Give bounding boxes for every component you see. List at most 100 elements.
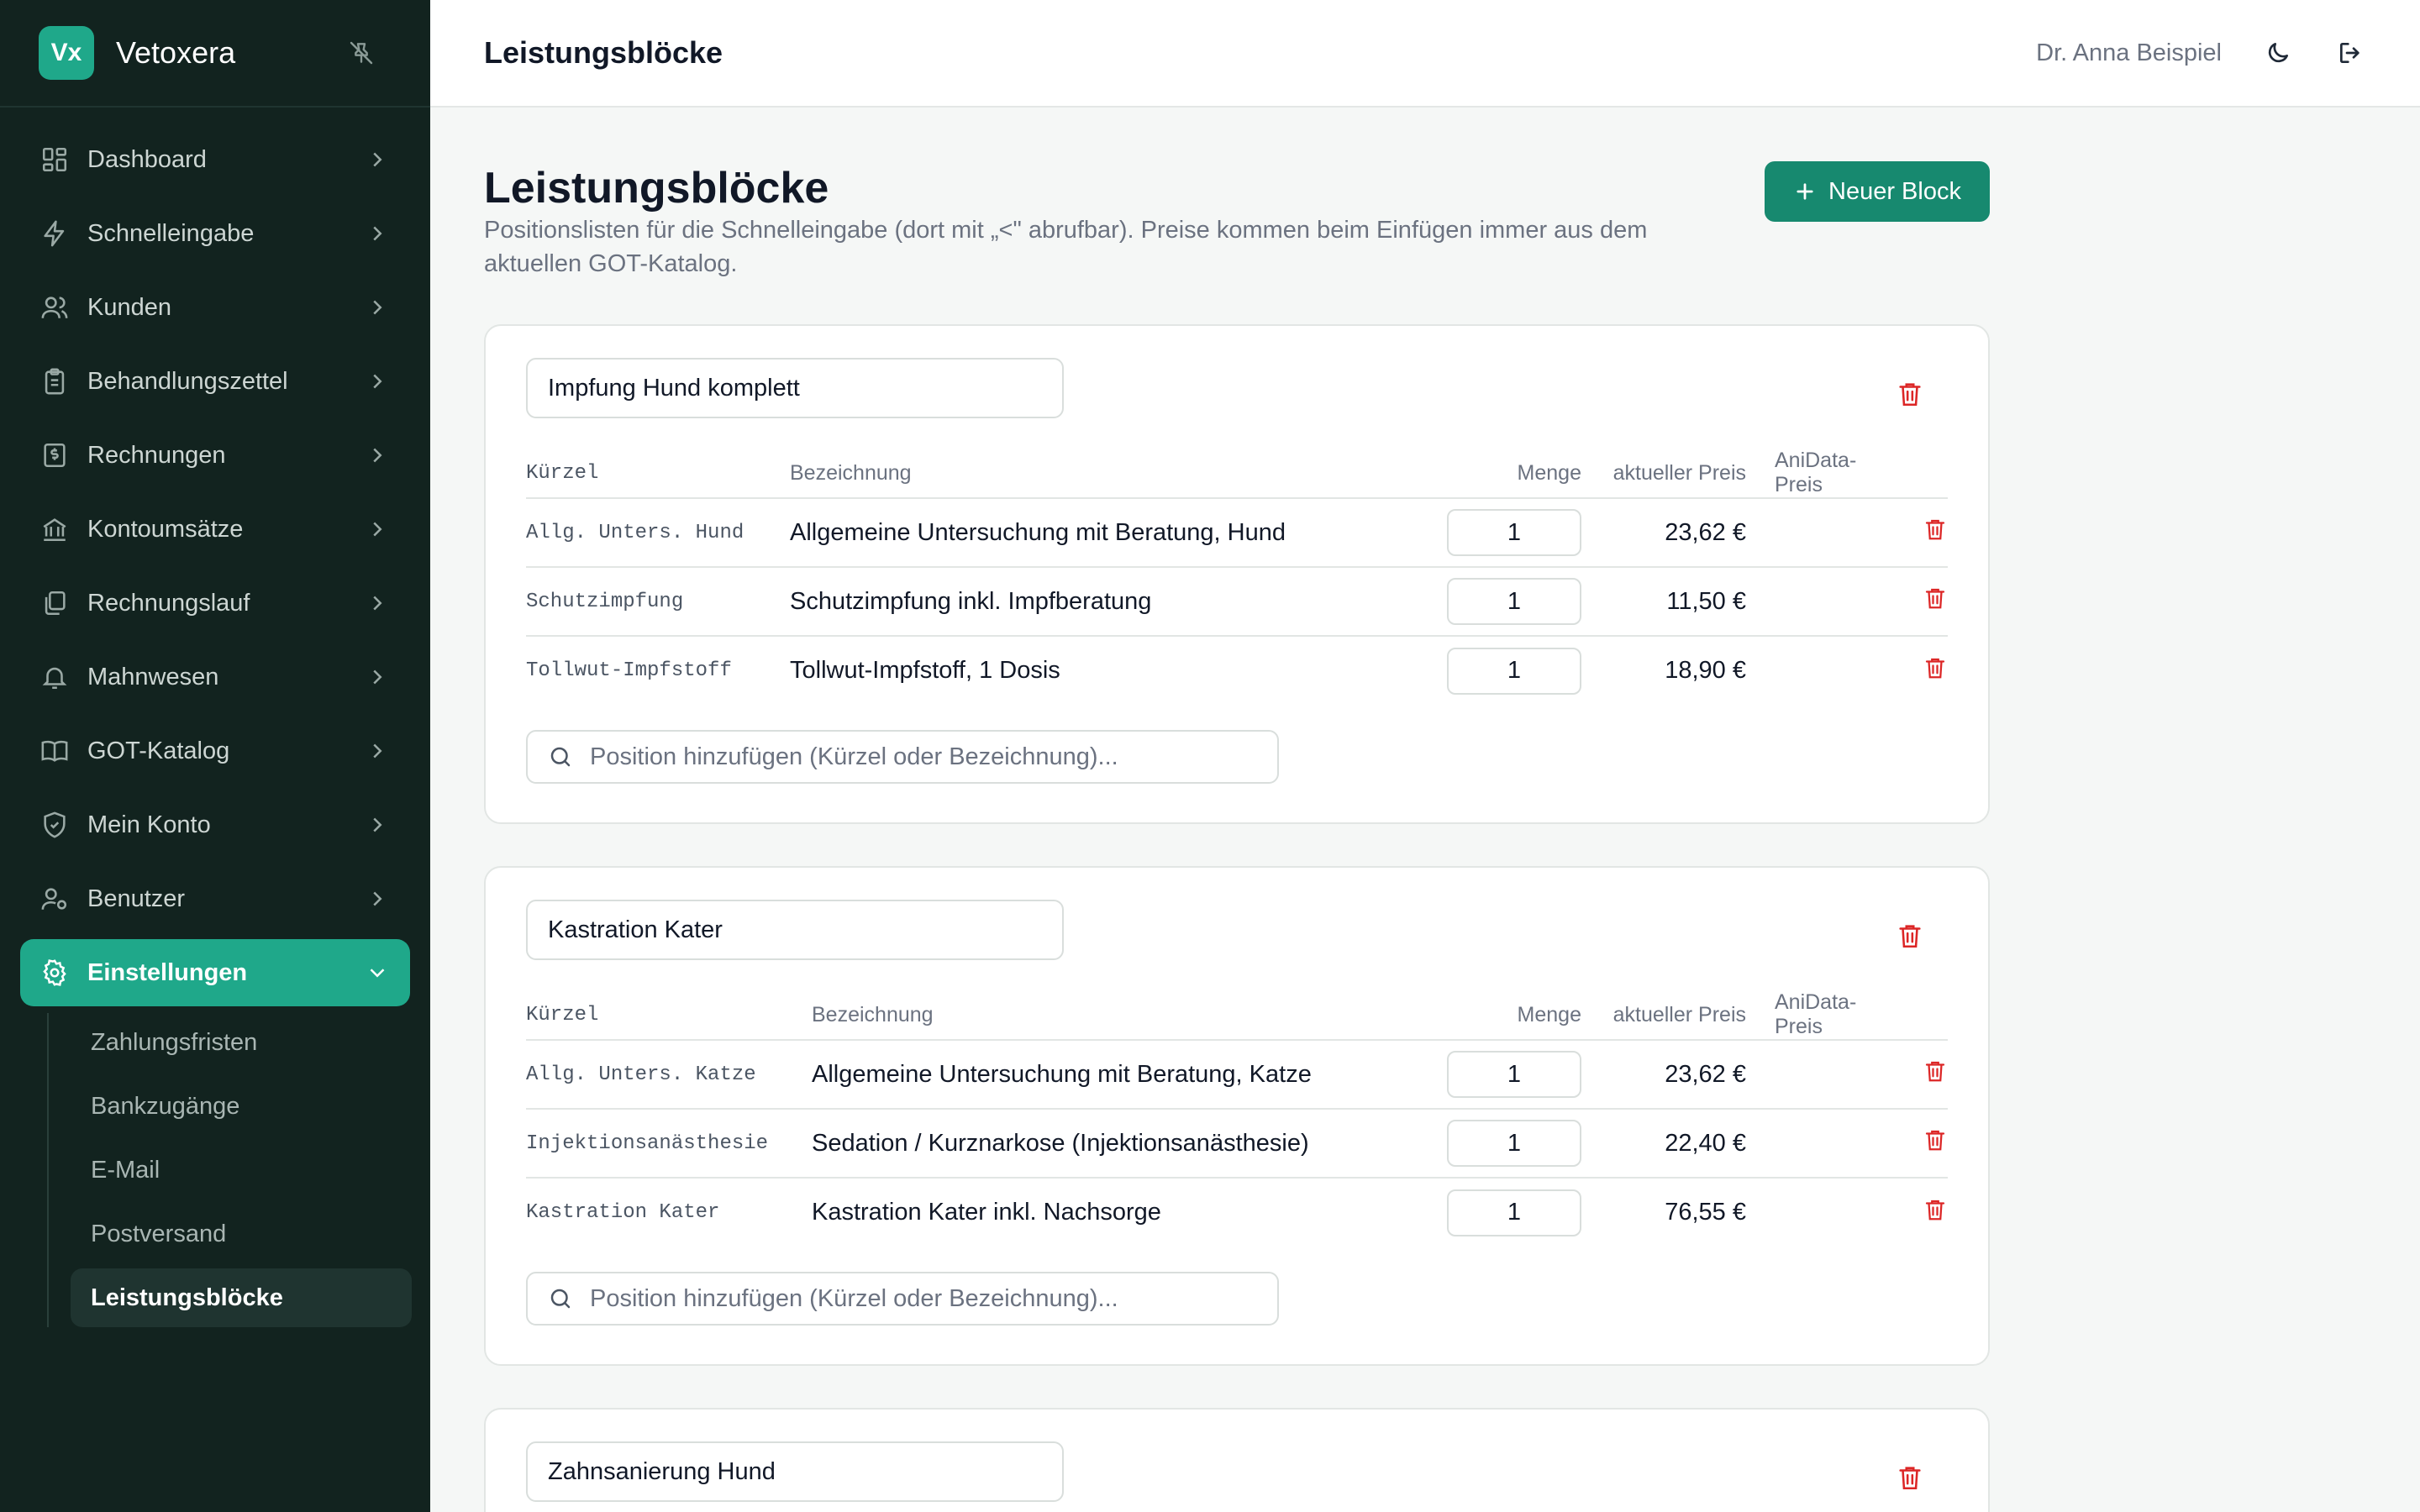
- user-gear-icon: [40, 885, 69, 913]
- add-position-input[interactable]: Position hinzufügen (Kürzel oder Bezeich…: [526, 730, 1279, 784]
- quantity-input[interactable]: 1: [1447, 1189, 1581, 1236]
- add-position-input[interactable]: Position hinzufügen (Kürzel oder Bezeich…: [526, 1272, 1279, 1326]
- trash-icon[interactable]: [1923, 585, 1948, 611]
- quantity-input[interactable]: 1: [1447, 1051, 1581, 1098]
- table-row: Allg. Unters. Hund Allgemeine Untersuchu…: [526, 498, 1948, 568]
- sidebar-item-benutzer[interactable]: Benutzer: [20, 865, 410, 932]
- trash-icon[interactable]: [1923, 1197, 1948, 1222]
- sidebar-item-kunden[interactable]: Kunden: [20, 274, 410, 341]
- trash-icon[interactable]: [1923, 655, 1948, 680]
- sidebar-item-rechnungslauf[interactable]: Rechnungslauf: [20, 570, 410, 637]
- logout-icon[interactable]: [2334, 37, 2366, 69]
- chevron-right-icon: [365, 738, 390, 764]
- col-header-name: Bezeichnung: [790, 449, 1430, 499]
- users-icon: [40, 293, 69, 322]
- trash-icon[interactable]: [1896, 380, 1924, 408]
- subnav-item-bankzugaenge[interactable]: Bankzugänge: [71, 1077, 412, 1136]
- position-anidata-price: [1746, 567, 1914, 637]
- position-code: Schutzimpfung: [526, 567, 790, 637]
- subnav-item-zahlungsfristen[interactable]: Zahlungsfristen: [71, 1013, 412, 1072]
- quantity-input[interactable]: 1: [1447, 647, 1581, 695]
- positions-table: Kürzel Bezeichnung Menge aktueller Preis…: [526, 449, 1948, 705]
- sidebar-item-label: Rechnungslauf: [87, 589, 250, 617]
- positions-table: Kürzel Bezeichnung Menge aktueller Preis…: [526, 990, 1948, 1247]
- new-block-button[interactable]: Neuer Block: [1765, 161, 1990, 222]
- quantity-input[interactable]: 1: [1447, 509, 1581, 556]
- trash-icon[interactable]: [1896, 1463, 1924, 1492]
- table-row: Injektionsanästhesie Sedation / Kurznark…: [526, 1109, 1948, 1179]
- position-name: Schutzimpfung inkl. Impfberatung: [790, 567, 1430, 637]
- trash-icon[interactable]: [1896, 921, 1924, 950]
- book-icon: [40, 737, 69, 765]
- sidebar-item-label: Rechnungen: [87, 441, 226, 469]
- sidebar-item-got-katalog[interactable]: GOT-Katalog: [20, 717, 410, 785]
- position-price: 23,62 €: [1581, 1040, 1746, 1110]
- col-header-code: Kürzel: [526, 990, 812, 1041]
- position-price: 22,40 €: [1581, 1109, 1746, 1179]
- position-anidata-price: [1746, 498, 1914, 568]
- position-code: Injektionsanästhesie: [526, 1109, 812, 1179]
- chevron-right-icon: [365, 591, 390, 616]
- sidebar-item-schnelleingabe[interactable]: Schnelleingabe: [20, 200, 410, 267]
- position-price: 76,55 €: [1665, 1199, 1746, 1226]
- chevron-right-icon: [365, 886, 390, 911]
- position-code: Allg. Unters. Hund: [526, 498, 790, 568]
- subnav-item-postversand[interactable]: Postversand: [71, 1205, 412, 1263]
- sidebar-item-label: Kontoumsätze: [87, 515, 244, 543]
- sidebar-item-mein-konto[interactable]: Mein Konto: [20, 791, 410, 858]
- position-name: Allgemeine Untersuchung mit Beratung, Ka…: [812, 1040, 1430, 1110]
- position-price: 18,90 €: [1665, 657, 1746, 684]
- user-name[interactable]: Dr. Anna Beispiel: [2036, 39, 2222, 67]
- position-code: Allg. Unters. Katze: [526, 1040, 812, 1110]
- table-row: Kastration Kater Kastration Kater inkl. …: [526, 1178, 1948, 1247]
- page-description: Positionslisten für die Schnelleingabe (…: [484, 217, 1648, 277]
- block-name-input[interactable]: Zahnsanierung Hund: [526, 1441, 1064, 1502]
- trash-icon[interactable]: [1923, 1127, 1948, 1152]
- trash-icon[interactable]: [1923, 1058, 1948, 1084]
- col-header-anidata: AniData-Preis: [1746, 990, 1914, 1041]
- quantity-input[interactable]: 1: [1447, 1120, 1581, 1167]
- dashboard-icon: [40, 145, 69, 174]
- position-name: Allgemeine Untersuchung mit Beratung, Hu…: [790, 498, 1430, 568]
- sidebar-item-dashboard[interactable]: Dashboard: [20, 126, 410, 193]
- col-header-qty: Menge: [1430, 449, 1581, 499]
- settings-subnav: Zahlungsfristen Bankzugänge E-Mail Postv…: [47, 1013, 430, 1327]
- dark-mode-icon[interactable]: [2262, 37, 2294, 69]
- gear-icon: [40, 958, 69, 987]
- col-header-code: Kürzel: [526, 449, 790, 499]
- search-icon: [548, 1286, 573, 1311]
- bank-icon: [40, 515, 69, 543]
- block-name-input[interactable]: Kastration Kater: [526, 900, 1064, 960]
- new-block-label: Neuer Block: [1828, 177, 1961, 205]
- brand-name[interactable]: Vetoxera: [116, 35, 235, 71]
- position-anidata-price: [1746, 1178, 1914, 1247]
- clipboard-icon: [40, 367, 69, 396]
- add-position-placeholder: Position hinzufügen (Kürzel oder Bezeich…: [590, 1284, 1118, 1312]
- chevron-right-icon: [365, 147, 390, 172]
- sidebar-item-mahnwesen[interactable]: Mahnwesen: [20, 643, 410, 711]
- unpin-icon[interactable]: [348, 39, 375, 66]
- sidebar-item-label: Behandlungszettel: [87, 367, 288, 395]
- quantity-input[interactable]: 1: [1447, 578, 1581, 625]
- chevron-right-icon: [365, 221, 390, 246]
- sidebar-item-label: GOT-Katalog: [87, 737, 230, 764]
- sidebar-item-label: Kunden: [87, 293, 171, 321]
- sidebar-item-einstellungen[interactable]: Einstellungen: [20, 939, 410, 1006]
- main-content: Leistungsblöcke Positionslisten für die …: [484, 108, 1990, 1512]
- plus-icon: [1793, 180, 1817, 203]
- brand: Vx Vetoxera: [0, 0, 430, 108]
- block-name-input[interactable]: Impfung Hund komplett: [526, 358, 1064, 418]
- add-position-placeholder: Position hinzufügen (Kürzel oder Bezeich…: [590, 743, 1118, 770]
- sidebar-item-kontoumsaetze[interactable]: Kontoumsätze: [20, 496, 410, 563]
- sidebar-item-rechnungen[interactable]: Rechnungen: [20, 422, 410, 489]
- col-header-price: aktueller Preis: [1581, 449, 1746, 499]
- col-header-qty: Menge: [1430, 990, 1581, 1041]
- brand-logo[interactable]: Vx: [39, 26, 94, 80]
- bolt-icon: [40, 219, 69, 248]
- sidebar-item-behandlungszettel[interactable]: Behandlungszettel: [20, 348, 410, 415]
- subnav-item-email[interactable]: E-Mail: [71, 1141, 412, 1200]
- trash-icon[interactable]: [1923, 517, 1948, 542]
- chevron-right-icon: [365, 369, 390, 394]
- subnav-item-leistungsbloecke[interactable]: Leistungsblöcke: [71, 1268, 412, 1327]
- chevron-right-icon: [365, 295, 390, 320]
